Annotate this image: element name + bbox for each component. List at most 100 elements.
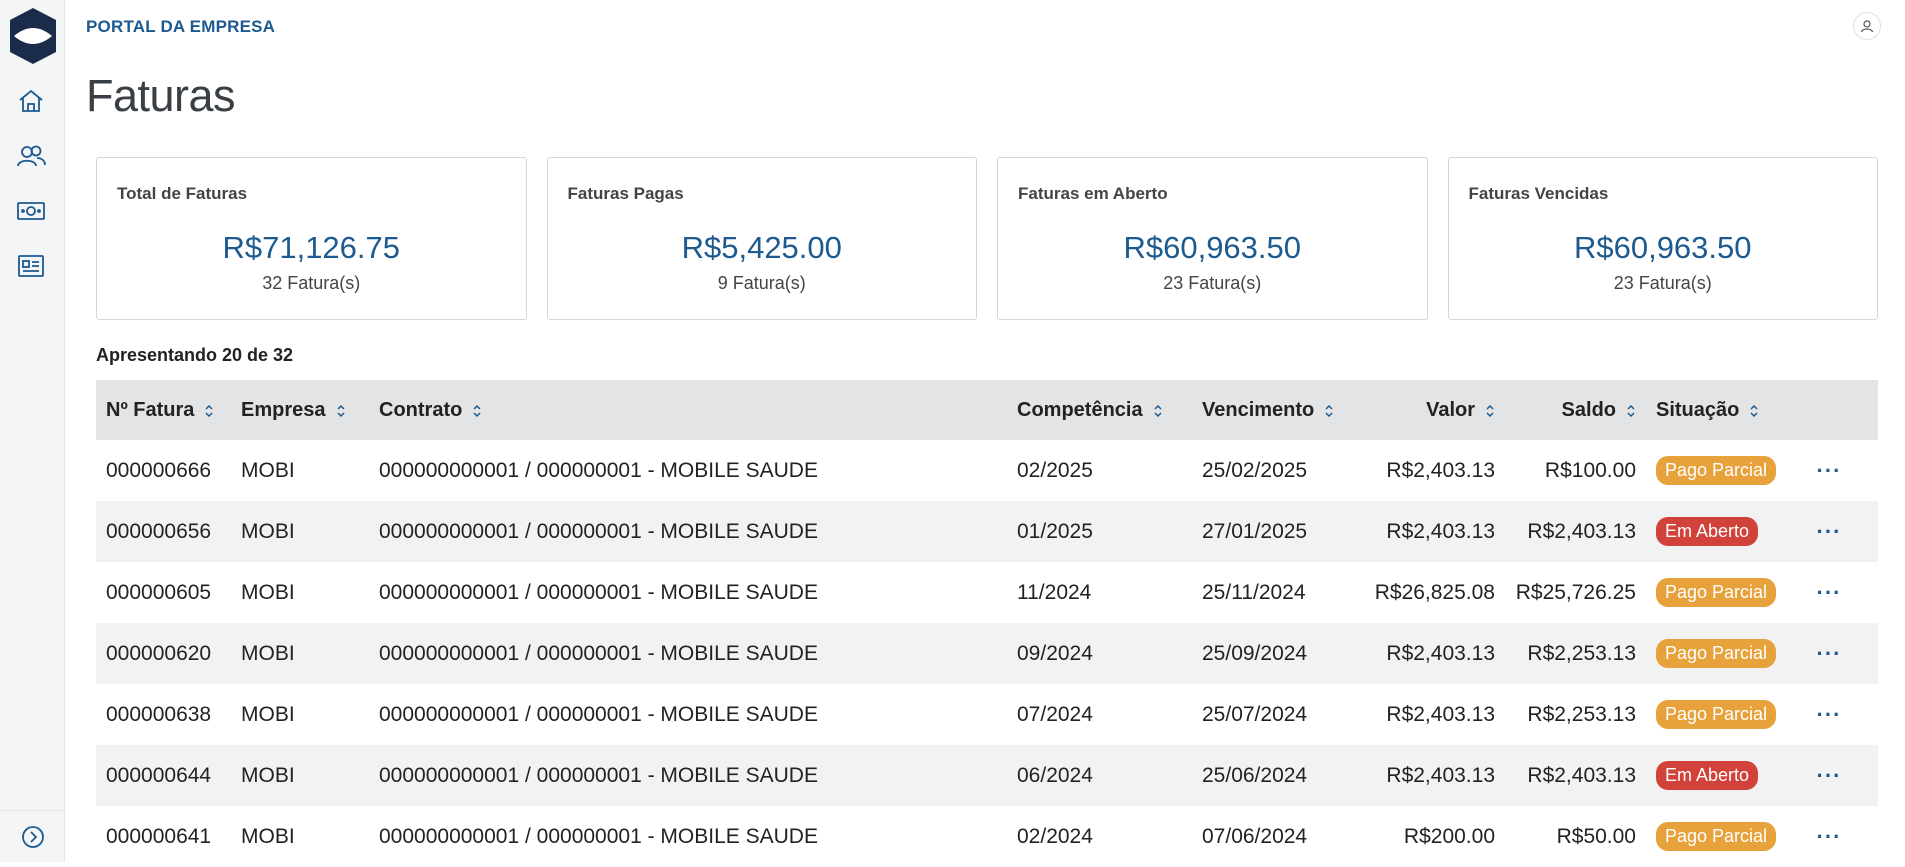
more-options-icon[interactable]: ··· (1817, 825, 1842, 848)
cell-actions: ··· (1804, 764, 1854, 787)
cell-numero: 000000644 (106, 763, 212, 787)
card-total: Total de Faturas R$71,126.75 32 Fatura(s… (96, 157, 527, 320)
column-header-contrato[interactable]: Contrato (379, 380, 1017, 440)
cell-situacao: Pago Parcial (1636, 700, 1804, 729)
cell-situacao: Pago Parcial (1636, 639, 1804, 668)
sort-icon (1626, 402, 1636, 418)
cell-vencimento: 25/06/2024 (1202, 763, 1308, 787)
cell-saldo: R$2,253.13 (1527, 702, 1636, 726)
status-badge: Pago Parcial (1656, 578, 1777, 607)
cell-vencimento: 07/06/2024 (1202, 824, 1308, 848)
cell-situacao: Em Aberto (1636, 761, 1804, 790)
header-label: Valor (1426, 398, 1475, 421)
card-count: 9 Fatura(s) (717, 273, 806, 293)
logo (6, 6, 60, 66)
column-header-actions (1804, 380, 1854, 440)
cell-contrato: 000000000001 / 000000001 - MOBILE SAUDE (379, 702, 818, 726)
card-overdue: Faturas Vencidas R$60,963.50 23 Fatura(s… (1447, 157, 1878, 320)
column-header-situacao[interactable]: Situação (1636, 380, 1804, 440)
card-value: R$60,963.50 (1123, 230, 1302, 265)
column-header-competencia[interactable]: Competência (1017, 380, 1202, 440)
status-badge: Em Aberto (1656, 761, 1759, 790)
status-badge: Em Aberto (1656, 517, 1759, 546)
results-count: Apresentando 20 de 32 (96, 345, 294, 365)
cell-competencia: 01/2025 (1017, 519, 1093, 543)
cell-valor: R$26,825.08 (1374, 580, 1495, 604)
users-icon[interactable] (14, 139, 48, 173)
cell-vencimento: 25/11/2024 (1202, 580, 1306, 604)
cell-actions: ··· (1804, 703, 1854, 726)
table-row[interactable]: 000000620 MOBI 000000000001 / 000000001 … (96, 623, 1878, 684)
sidebar (0, 0, 65, 862)
cell-numero: 000000656 (106, 519, 212, 543)
column-header-saldo[interactable]: Saldo (1495, 380, 1636, 440)
page-title: Faturas (86, 70, 236, 121)
cell-empresa: MOBI (241, 519, 295, 543)
cell-competencia: 02/2024 (1017, 824, 1093, 848)
cell-saldo: R$2,403.13 (1527, 519, 1636, 543)
cell-numero: 000000620 (106, 641, 212, 665)
more-options-icon[interactable]: ··· (1817, 581, 1842, 604)
column-header-valor[interactable]: Valor (1350, 380, 1495, 440)
card-label: Faturas em Aberto (1018, 184, 1168, 203)
sort-icon (1324, 402, 1334, 418)
cell-competencia: 07/2024 (1017, 702, 1093, 726)
cell-vencimento: 25/02/2025 (1202, 458, 1308, 482)
cell-empresa: MOBI (241, 702, 295, 726)
card-value: R$60,963.50 (1573, 230, 1752, 265)
brand-title[interactable]: PORTAL DA EMPRESA (86, 17, 275, 37)
more-options-icon[interactable]: ··· (1817, 764, 1842, 787)
sidebar-expand-button[interactable] (0, 810, 65, 862)
table-row[interactable]: 000000605 MOBI 000000000001 / 000000001 … (96, 562, 1878, 623)
user-menu-button[interactable] (1853, 12, 1881, 40)
cell-valor: R$2,403.13 (1386, 763, 1495, 787)
header-label: Empresa (241, 398, 326, 421)
column-header-vencimento[interactable]: Vencimento (1202, 380, 1350, 440)
table-row[interactable]: 000000638 MOBI 000000000001 / 000000001 … (96, 684, 1878, 745)
card-count: 23 Fatura(s) (1163, 273, 1262, 293)
column-header-numero[interactable]: Nº Fatura (96, 380, 241, 440)
card-value: R$71,126.75 (222, 230, 401, 265)
invoices-table: Nº Fatura Empresa Contrato Competência V… (96, 380, 1878, 867)
cell-situacao: Em Aberto (1636, 517, 1804, 546)
column-header-empresa[interactable]: Empresa (241, 380, 379, 440)
header-label: Saldo (1561, 398, 1616, 421)
more-options-icon[interactable]: ··· (1817, 520, 1842, 543)
header-label: Competência (1017, 398, 1143, 421)
cell-empresa: MOBI (241, 763, 295, 787)
table-row[interactable]: 000000666 MOBI 000000000001 / 000000001 … (96, 440, 1878, 501)
more-options-icon[interactable]: ··· (1817, 459, 1842, 482)
cell-vencimento: 25/09/2024 (1202, 641, 1308, 665)
chevron-right-circle-icon (21, 825, 44, 848)
cell-competencia: 02/2025 (1017, 458, 1093, 482)
table-row[interactable]: 000000644 MOBI 000000000001 / 000000001 … (96, 745, 1878, 806)
cell-actions: ··· (1804, 581, 1854, 604)
status-badge: Pago Parcial (1656, 822, 1777, 851)
header-label: Situação (1656, 398, 1740, 421)
card-label: Total de Faturas (117, 184, 248, 203)
home-icon[interactable] (14, 84, 48, 118)
card-count: 32 Fatura(s) (262, 273, 361, 293)
money-icon[interactable] (14, 194, 48, 228)
header-label: Nº Fatura (106, 398, 195, 421)
cell-empresa: MOBI (241, 458, 295, 482)
cell-contrato: 000000000001 / 000000001 - MOBILE SAUDE (379, 824, 818, 848)
sort-icon (1485, 402, 1495, 418)
cell-actions: ··· (1804, 520, 1854, 543)
cell-competencia: 09/2024 (1017, 641, 1093, 665)
cell-saldo: R$50.00 (1556, 824, 1636, 848)
table-row[interactable]: 000000656 MOBI 000000000001 / 000000001 … (96, 501, 1878, 562)
cell-empresa: MOBI (241, 641, 295, 665)
more-options-icon[interactable]: ··· (1817, 703, 1842, 726)
more-options-icon[interactable]: ··· (1817, 642, 1842, 665)
sort-icon (1153, 402, 1163, 418)
user-icon (1860, 20, 1874, 33)
cell-contrato: 000000000001 / 000000001 - MOBILE SAUDE (379, 763, 818, 787)
sort-icon (472, 402, 482, 418)
table-row[interactable]: 000000641 MOBI 000000000001 / 000000001 … (96, 806, 1878, 867)
id-card-icon[interactable] (14, 249, 48, 283)
sort-icon (204, 402, 214, 418)
status-badge: Pago Parcial (1656, 700, 1777, 729)
sort-icon (1749, 402, 1759, 418)
status-badge: Pago Parcial (1656, 639, 1777, 668)
